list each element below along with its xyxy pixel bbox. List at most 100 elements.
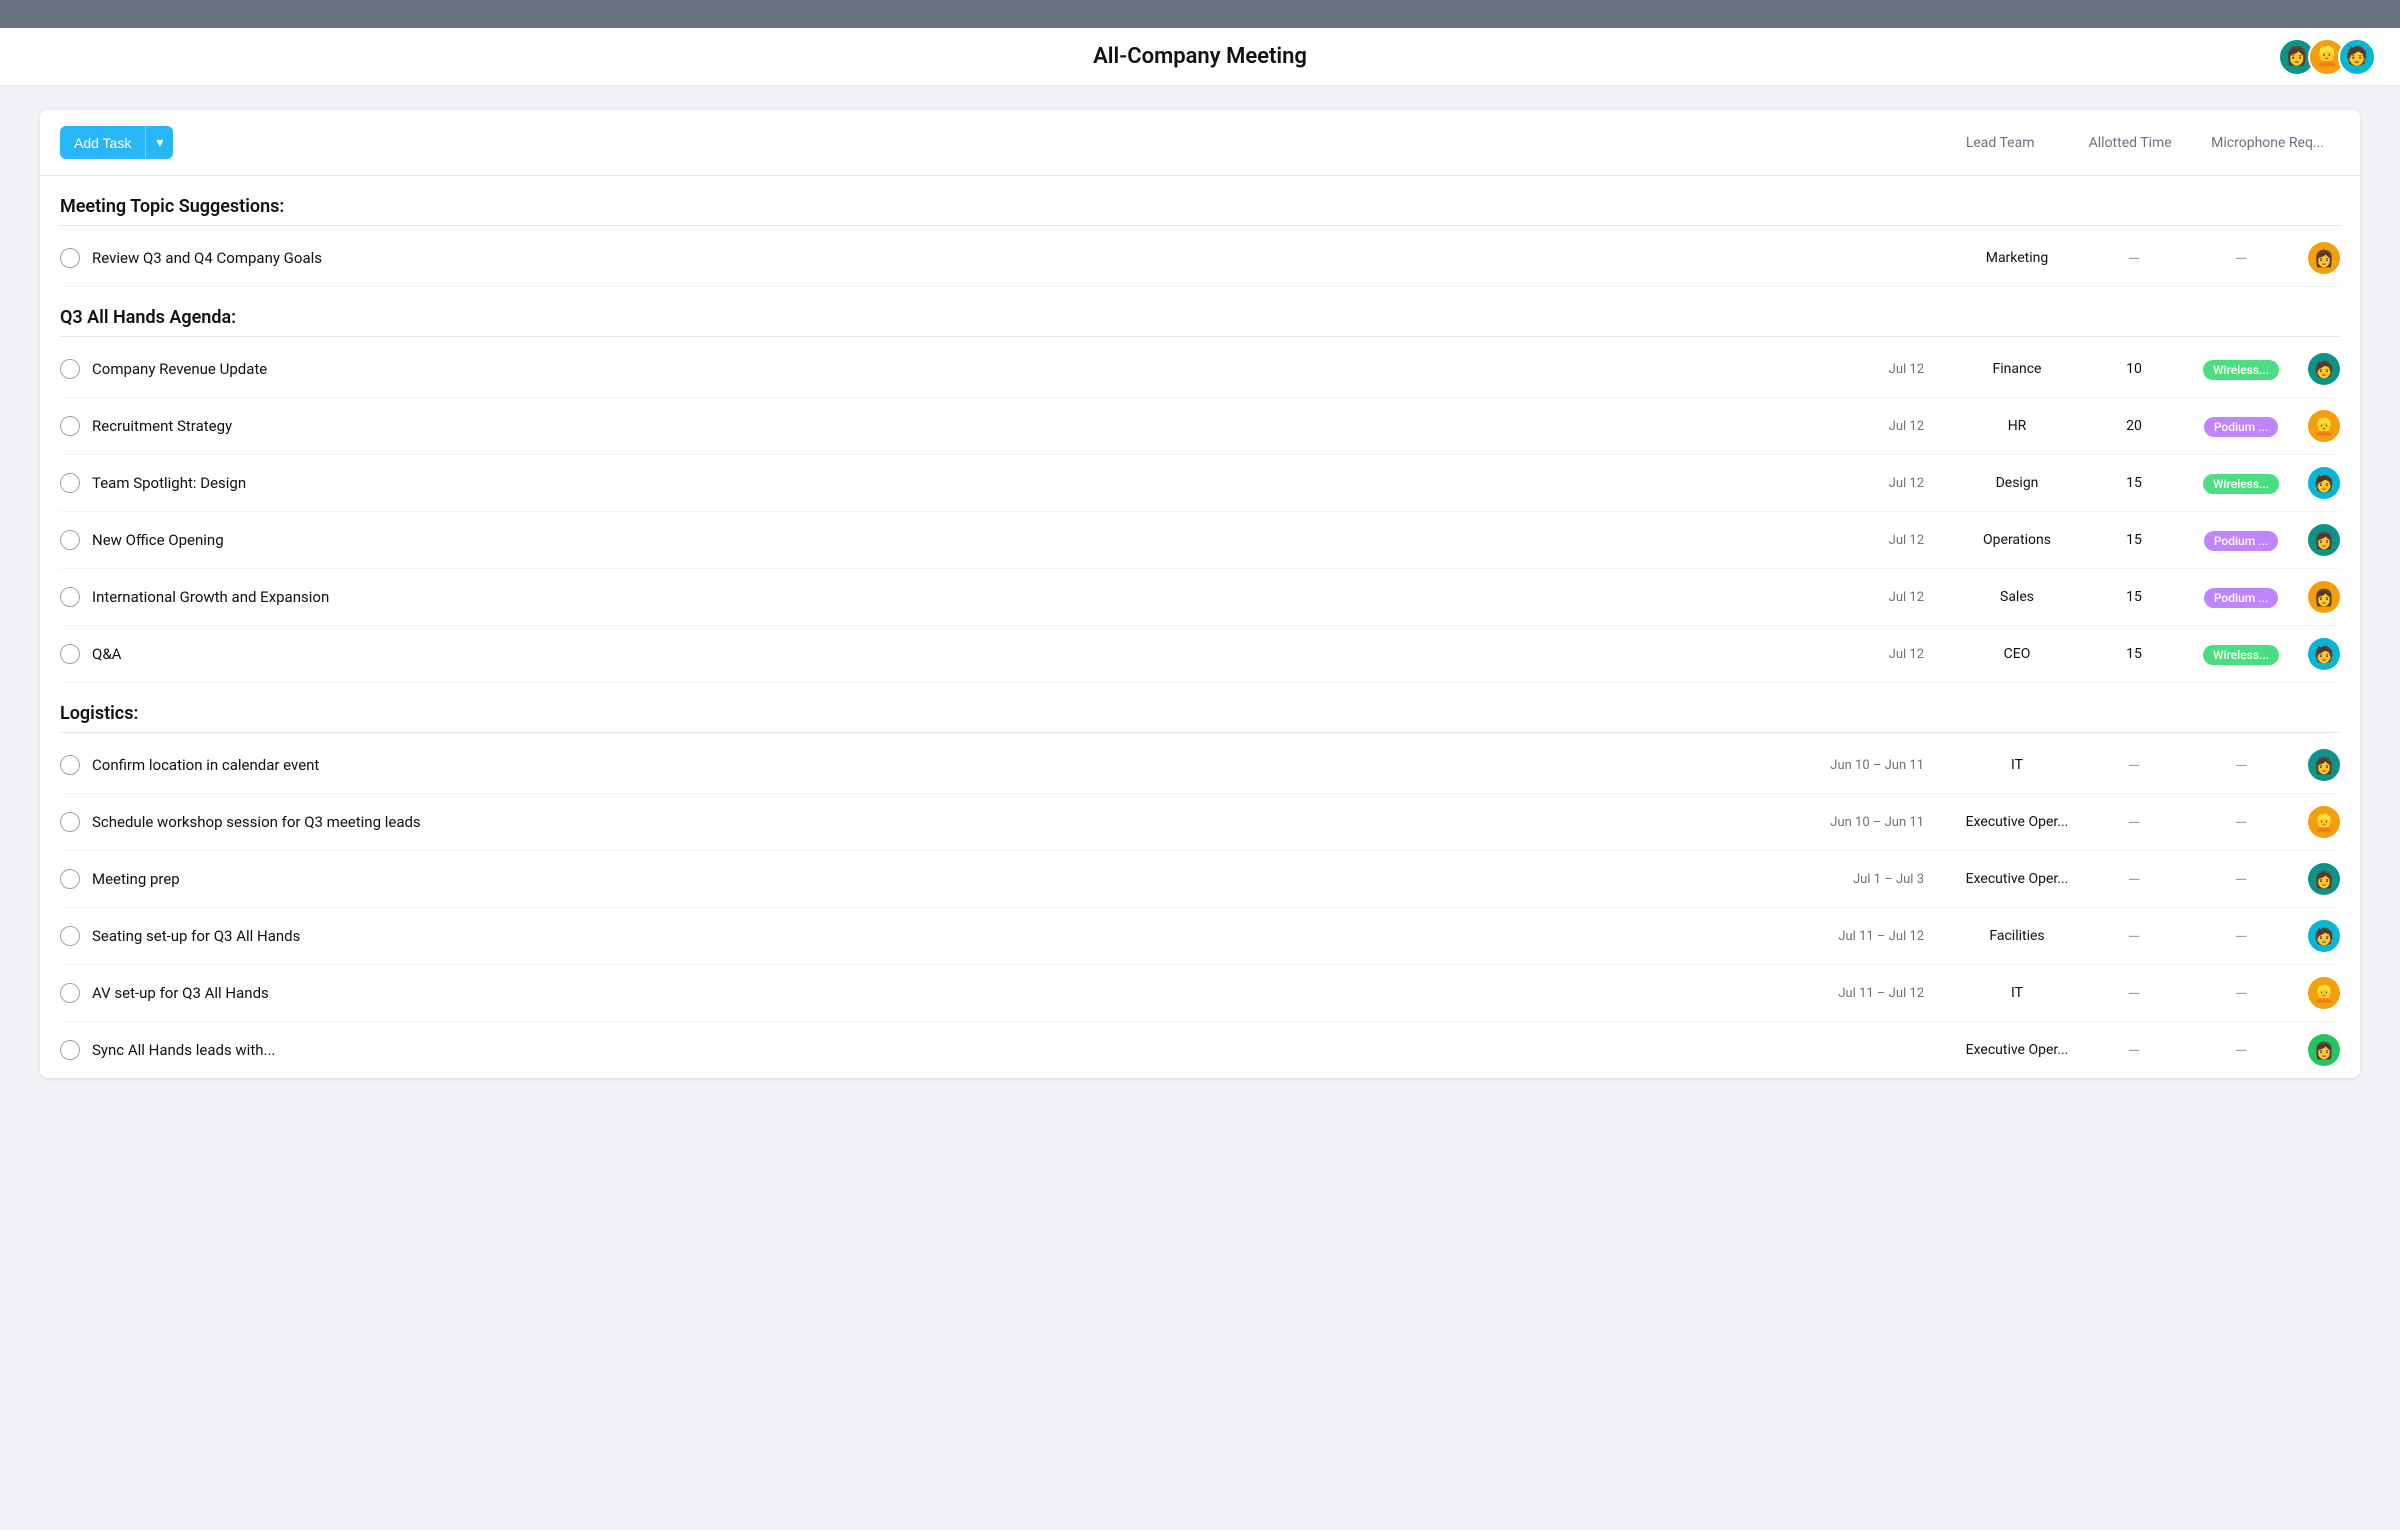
- task-microphone: —: [2186, 870, 2296, 889]
- task-microphone: —: [2186, 813, 2296, 832]
- task-checkbox[interactable]: [60, 248, 80, 268]
- task-checkbox[interactable]: [60, 359, 80, 379]
- col-lead-team: Lead Team: [1935, 135, 2065, 151]
- task-microphone: —: [2186, 1041, 2296, 1060]
- task-name: Confirm location in calendar event: [92, 756, 1818, 774]
- task-allotted-time: 15: [2094, 475, 2174, 491]
- top-bar: [0, 0, 2400, 28]
- task-allotted-time: 15: [2094, 589, 2174, 605]
- task-allotted-time: 15: [2094, 532, 2174, 548]
- task-microphone: —: [2186, 927, 2296, 946]
- section-divider-1: [60, 336, 2340, 337]
- task-allotted-time: 20: [2094, 418, 2174, 434]
- task-avatar: 👱: [2308, 977, 2340, 1009]
- task-team: CEO: [1952, 646, 2082, 662]
- add-task-dropdown-icon[interactable]: ▾: [145, 126, 173, 159]
- page-title: All-Company Meeting: [0, 44, 2400, 69]
- task-checkbox[interactable]: [60, 869, 80, 889]
- task-name: Meeting prep: [92, 870, 1818, 888]
- podium-badge[interactable]: Podium ...: [2204, 588, 2278, 608]
- task-avatar: 👩: [2308, 524, 2340, 556]
- task-avatar: 🧑: [2308, 920, 2340, 952]
- task-checkbox[interactable]: [60, 530, 80, 550]
- task-row: International Growth and Expansion Jul 12…: [60, 569, 2340, 626]
- task-avatar: 👩: [2308, 242, 2340, 274]
- task-avatar: 🧑: [2308, 353, 2340, 385]
- wireless-badge[interactable]: Wireless...: [2203, 474, 2279, 494]
- toolbar: Add Task ▾ Lead Team Allotted Time Micro…: [40, 110, 2360, 176]
- col-allotted-time: Allotted Time: [2065, 135, 2195, 151]
- task-avatar: 👱: [2308, 410, 2340, 442]
- task-row: Schedule workshop session for Q3 meeting…: [60, 794, 2340, 851]
- task-microphone[interactable]: Wireless...: [2186, 473, 2296, 494]
- task-name: International Growth and Expansion: [92, 588, 1818, 606]
- task-name: AV set-up for Q3 All Hands: [92, 984, 1818, 1002]
- podium-badge[interactable]: Podium ...: [2204, 531, 2278, 551]
- wireless-badge[interactable]: Wireless...: [2203, 645, 2279, 665]
- task-checkbox[interactable]: [60, 983, 80, 1003]
- section-title-2: Logistics:: [60, 703, 138, 724]
- task-allotted-time: 10: [2094, 361, 2174, 377]
- task-team: Marketing: [1952, 250, 2082, 266]
- task-avatar: 🧑: [2308, 467, 2340, 499]
- section-title-1: Q3 All Hands Agenda:: [60, 307, 236, 328]
- task-allotted-time: —: [2094, 984, 2174, 1003]
- task-checkbox[interactable]: [60, 473, 80, 493]
- task-checkbox[interactable]: [60, 587, 80, 607]
- task-microphone[interactable]: Wireless...: [2186, 644, 2296, 665]
- header-avatar-2: 🧑: [2338, 38, 2376, 76]
- task-name: Schedule workshop session for Q3 meeting…: [92, 813, 1818, 831]
- task-date: Jul 1 – Jul 3: [1830, 872, 1940, 887]
- task-avatar: 👩: [2308, 863, 2340, 895]
- task-row: Recruitment StrategyJul 12HR20Podium ...…: [60, 398, 2340, 455]
- header: All-Company Meeting 👩👱🧑: [0, 28, 2400, 86]
- task-row: Review Q3 and Q4 Company Goals Marketing —…: [60, 230, 2340, 287]
- task-allotted-time: —: [2094, 813, 2174, 832]
- add-task-label[interactable]: Add Task: [60, 127, 145, 159]
- task-allotted-time: 15: [2094, 646, 2174, 662]
- task-checkbox[interactable]: [60, 926, 80, 946]
- task-checkbox[interactable]: [60, 416, 80, 436]
- task-team: Executive Oper...: [1952, 871, 2082, 887]
- task-date: Jul 12: [1830, 647, 1940, 662]
- task-date: Jul 12: [1830, 590, 1940, 605]
- task-date: Jul 12: [1830, 362, 1940, 377]
- task-team: Facilities: [1952, 928, 2082, 944]
- task-team: IT: [1952, 757, 2082, 773]
- task-allotted-time: —: [2094, 927, 2174, 946]
- task-allotted-time: —: [2094, 756, 2174, 775]
- task-microphone[interactable]: Podium ...: [2186, 416, 2296, 437]
- task-checkbox[interactable]: [60, 1040, 80, 1060]
- task-row: New Office OpeningJul 12Operations15Podi…: [60, 512, 2340, 569]
- content-area: Add Task ▾ Lead Team Allotted Time Micro…: [0, 86, 2400, 1102]
- task-name: Q&A: [92, 645, 1818, 663]
- task-microphone[interactable]: Podium ...: [2186, 530, 2296, 551]
- task-name: Team Spotlight: Design: [92, 474, 1818, 492]
- task-name: Review Q3 and Q4 Company Goals: [92, 249, 1818, 267]
- task-team: Sales: [1952, 589, 2082, 605]
- task-microphone[interactable]: Podium ...: [2186, 587, 2296, 608]
- task-allotted-time: —: [2094, 870, 2174, 889]
- section-header-0: Meeting Topic Suggestions:: [60, 176, 2340, 225]
- task-allotted-time: —: [2094, 1041, 2174, 1060]
- add-task-button[interactable]: Add Task ▾: [60, 126, 173, 159]
- task-team: Finance: [1952, 361, 2082, 377]
- podium-badge[interactable]: Podium ...: [2204, 417, 2278, 437]
- task-checkbox[interactable]: [60, 755, 80, 775]
- task-date: Jun 10 – Jun 11: [1830, 758, 1940, 773]
- task-checkbox[interactable]: [60, 812, 80, 832]
- task-date: Jun 10 – Jun 11: [1830, 815, 1940, 830]
- task-microphone: —: [2186, 756, 2296, 775]
- task-avatar: 👱: [2308, 806, 2340, 838]
- wireless-badge[interactable]: Wireless...: [2203, 360, 2279, 380]
- task-microphone[interactable]: Wireless...: [2186, 359, 2296, 380]
- task-name: Sync All Hands leads with...: [92, 1041, 1818, 1059]
- task-name: Company Revenue Update: [92, 360, 1818, 378]
- task-checkbox[interactable]: [60, 644, 80, 664]
- task-team: Operations: [1952, 532, 2082, 548]
- task-date: Jul 12: [1830, 419, 1940, 434]
- task-date: Jul 12: [1830, 476, 1940, 491]
- task-microphone: —: [2186, 249, 2296, 268]
- task-team: Design: [1952, 475, 2082, 491]
- task-date: Jul 12: [1830, 533, 1940, 548]
